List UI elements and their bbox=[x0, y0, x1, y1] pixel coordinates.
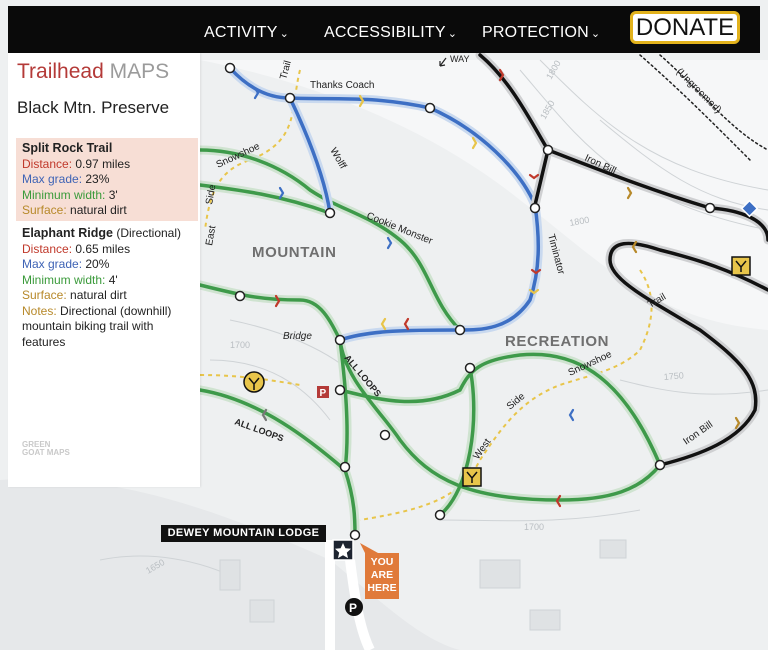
trail-card-split-rock[interactable]: Split Rock Trail Distance: 0.97 miles Ma… bbox=[16, 138, 198, 221]
lodge-label: DEWEY MOUNTAIN LODGE bbox=[161, 525, 326, 542]
nav-protection[interactable]: PROTECTION ⌄ bbox=[482, 24, 600, 42]
trail-label: Bridge bbox=[283, 331, 312, 342]
nav-protection-label: PROTECTION bbox=[482, 24, 589, 41]
nav-accessibility-label: ACCESSIBILITY bbox=[324, 24, 446, 41]
main-parking-icon[interactable]: P bbox=[345, 598, 363, 616]
donate-button[interactable]: DONATE bbox=[630, 11, 740, 44]
trail-grade: Max grade: 23% bbox=[22, 172, 110, 186]
nav-activity[interactable]: ACTIVITY ⌄ bbox=[204, 24, 289, 42]
trail-name: Elaphant Ridge bbox=[22, 226, 113, 240]
trail-width: Minimum width: 3' bbox=[22, 187, 118, 202]
chevron-down-icon: ⌄ bbox=[590, 28, 601, 40]
trail-distance: Distance: 0.65 miles bbox=[22, 241, 131, 256]
trail-info-panel: Trailhead MAPS Black Mtn. Preserve Split… bbox=[8, 53, 200, 487]
chevron-down-icon: ⌄ bbox=[447, 28, 458, 40]
trail-card-elaphant-ridge[interactable]: Elaphant Ridge (Directional) Distance: 0… bbox=[16, 223, 198, 349]
trail-surface: Surface: natural dirt bbox=[22, 288, 127, 302]
lodge-star-icon[interactable] bbox=[332, 539, 354, 561]
main-parking-label: P bbox=[349, 601, 357, 615]
preserve-name: Black Mtn. Preserve bbox=[17, 98, 170, 117]
top-nav-bar: ACTIVITY ⌄ ACCESSIBILITY ⌄ PROTECTION ⌄ DON… bbox=[8, 6, 760, 53]
parking-label: P bbox=[320, 388, 327, 399]
you-are-here-marker: YOU ARE HERE bbox=[365, 553, 399, 599]
nav-activity-label: ACTIVITY bbox=[204, 24, 278, 41]
trail-type: (Directional) bbox=[116, 226, 182, 240]
trail-name-row: Elaphant Ridge (Directional) bbox=[22, 226, 192, 242]
trail-label: WAY bbox=[450, 54, 470, 64]
trail-surface: Surface: natural dirt bbox=[22, 203, 127, 217]
area-label-mountain: MOUNTAIN bbox=[252, 244, 337, 261]
trail-distance: Distance: 0.97 miles bbox=[22, 156, 131, 171]
trail-label: Thanks Coach bbox=[310, 80, 374, 91]
brand-logo: Trailhead MAPS bbox=[17, 60, 169, 84]
view-point-icon[interactable] bbox=[243, 371, 265, 393]
contour-label: 1750 bbox=[663, 370, 684, 382]
view-point-icon[interactable] bbox=[731, 256, 751, 276]
brand-secondary: MAPS bbox=[109, 60, 170, 83]
trail-width: Minimum width: 4' bbox=[22, 272, 118, 287]
brand-primary: Trailhead bbox=[17, 60, 104, 83]
contour-label: 1700 bbox=[524, 522, 544, 532]
trail-notes: Notes: Directional (downhill) mountain b… bbox=[22, 303, 172, 349]
area-label-recreation: RECREATION bbox=[505, 333, 609, 350]
chevron-down-icon: ⌄ bbox=[279, 28, 290, 40]
trail-grade: Max grade: 20% bbox=[22, 257, 110, 271]
view-point-icon[interactable] bbox=[462, 467, 482, 487]
green-goat-maps-logo: GREEN GOAT MAPS bbox=[22, 440, 70, 457]
trail-name: Split Rock Trail bbox=[22, 141, 113, 155]
nav-accessibility[interactable]: ACCESSIBILITY ⌄ bbox=[324, 24, 457, 42]
contour-label: 1700 bbox=[230, 340, 250, 350]
parking-icon[interactable]: P bbox=[317, 386, 329, 399]
